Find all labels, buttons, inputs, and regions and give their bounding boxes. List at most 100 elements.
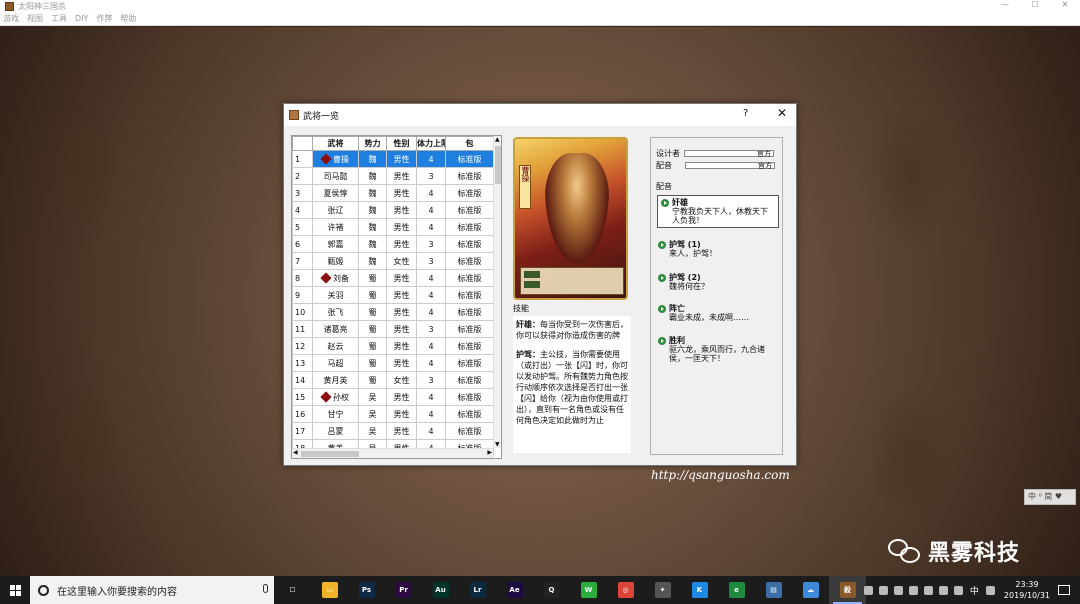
taskbar-app-icon[interactable]: Ps (348, 576, 385, 604)
gender-cell: 男性 (386, 405, 417, 423)
table-row[interactable]: 17 吕蒙吴男性 4 标准版 (292, 422, 494, 440)
table-row[interactable]: 11 诸葛亮蜀男性 3 标准版 (292, 320, 494, 338)
dialog-body: 武将 势力 性别 体力上限 包 1曹操魏男性4标准版2司马懿魏男性3标准版3夏侯… (284, 126, 796, 465)
taskbar-app-icon[interactable]: Q (533, 576, 570, 604)
taskbar-app-icon[interactable]: ▭ (311, 576, 348, 604)
dialog-close-button[interactable]: ✕ (777, 106, 787, 120)
taskbar-app-icon[interactable]: ☐ (274, 576, 311, 604)
play-icon[interactable] (658, 273, 666, 282)
start-button[interactable] (0, 576, 30, 604)
max-hp-cell: 4 (416, 150, 446, 168)
menu-help[interactable]: 帮助 (120, 13, 136, 24)
tray-volume-icon[interactable] (908, 585, 918, 595)
kingdom-cell: 魏 (358, 235, 387, 253)
scroll-left-icon[interactable]: ◀ (293, 449, 298, 456)
taskbar-app-icon[interactable]: Ae (496, 576, 533, 604)
taskbar-app-icon[interactable]: ▤ (755, 576, 792, 604)
play-icon[interactable] (658, 240, 666, 249)
table-row[interactable]: 6 郭嘉魏男性 3 标准版 (292, 235, 494, 253)
vertical-scrollbar[interactable]: ▲ ▼ (493, 136, 501, 448)
taskbar-app-icon[interactable]: W (570, 576, 607, 604)
taskbar-app-icon[interactable]: ☁ (792, 576, 829, 604)
column-header-package[interactable]: 包 (445, 136, 494, 151)
package-cell: 标准版 (445, 150, 494, 168)
taskbar-app-icon[interactable]: ◎ (607, 576, 644, 604)
notification-icon[interactable] (1058, 585, 1070, 595)
taskbar-app-icon[interactable]: K (681, 576, 718, 604)
general-name-cell: 张辽 (312, 201, 359, 219)
designer-row: 设计者 官方 (656, 148, 774, 159)
horizontal-scrollbar[interactable]: ◀ ▶ (292, 448, 493, 458)
scroll-down-icon[interactable]: ▼ (495, 441, 500, 448)
voice-item[interactable]: 阵亡 霸业未成，未成啊…… (658, 304, 780, 322)
taskbar-app-icon[interactable]: ✦ (644, 576, 681, 604)
package-cell: 标准版 (445, 303, 494, 321)
tray-app-icon[interactable] (923, 585, 933, 595)
table-row[interactable]: 15 孙权吴男性 4 标准版 (292, 388, 494, 406)
menu-tools[interactable]: 工具 (51, 13, 67, 24)
voice-item[interactable]: 护驾 (1) 来人，护驾！ (658, 240, 780, 258)
taskbar-app-icon[interactable]: Pr (385, 576, 422, 604)
app-icon-label: Ps (358, 582, 375, 598)
microphone-icon[interactable] (263, 584, 268, 593)
hscroll-thumb[interactable] (301, 451, 359, 457)
tray-wifi-icon[interactable] (893, 585, 903, 595)
voice-item[interactable]: 胜利 驱六龙，乘风而行，九合诸侯，一匡天下！ (658, 336, 780, 363)
table-row[interactable]: 10 张飞蜀男性 4 标准版 (292, 303, 494, 321)
help-button[interactable]: ? (743, 108, 748, 119)
column-header-general[interactable]: 武将 (312, 136, 359, 151)
general-table: 武将 势力 性别 体力上限 包 1曹操魏男性4标准版2司马懿魏男性3标准版3夏侯… (291, 135, 502, 459)
column-header-kingdom[interactable]: 势力 (358, 136, 387, 151)
tray-app-icon[interactable] (938, 585, 948, 595)
table-row[interactable]: 16 甘宁吴男性 4 标准版 (292, 405, 494, 423)
menu-game[interactable]: 游戏 (3, 13, 19, 24)
lord-icon (320, 272, 332, 284)
tray-network-icon[interactable] (878, 585, 888, 595)
table-row[interactable]: 3 夏侯惇魏男性 4 标准版 (292, 184, 494, 202)
table-row[interactable]: 5 许褚魏男性 4 标准版 (292, 218, 494, 236)
taskbar-search[interactable]: 在这里输入你要搜索的内容 (30, 576, 274, 604)
table-row[interactable]: 4 张辽魏男性 4 标准版 (292, 201, 494, 219)
table-row[interactable]: 12 赵云蜀男性 4 标准版 (292, 337, 494, 355)
tray-app-icon[interactable] (953, 585, 963, 595)
tray-chevron-icon[interactable] (863, 585, 873, 595)
play-icon[interactable] (658, 336, 666, 345)
voice-item[interactable]: 护驾 (2) 魏将何在？ (658, 273, 780, 291)
table-row[interactable]: 9 关羽蜀男性 4 标准版 (292, 286, 494, 304)
tray-ime-indicator[interactable]: 中 (970, 584, 979, 597)
scroll-right-icon[interactable]: ▶ (487, 449, 492, 456)
scroll-up-icon[interactable]: ▲ (495, 136, 500, 143)
play-icon[interactable] (661, 198, 669, 207)
table-header-row: 武将 势力 性别 体力上限 包 (292, 136, 494, 151)
skill-entry: 护驾：主公技，当你需要使用（或打出）一张【闪】时，你可以发动护驾。所有魏势力角色… (516, 350, 628, 425)
voice-item[interactable]: 奸雄 宁教我负天下人，休教天下人负我！ (657, 195, 779, 228)
maximize-button[interactable]: ☐ (1020, 0, 1050, 12)
package-cell: 标准版 (445, 337, 494, 355)
table-row[interactable]: 1 曹操魏男性 4 标准版 (292, 150, 494, 168)
column-header-gender[interactable]: 性别 (386, 136, 417, 151)
gender-cell: 女性 (386, 252, 417, 270)
table-row[interactable]: 13 马超蜀男性 4 标准版 (292, 354, 494, 372)
clock[interactable]: 23:39 2019/10/31 (1004, 579, 1050, 601)
table-row[interactable]: 7 甄姬魏女性 3 标准版 (292, 252, 494, 270)
taskbar-app-icon[interactable]: Lr (459, 576, 496, 604)
table-row[interactable]: 8 刘备蜀男性 4 标准版 (292, 269, 494, 287)
table-row[interactable]: 2 司马懿魏男性 3 标准版 (292, 167, 494, 185)
package-cell: 标准版 (445, 320, 494, 338)
max-hp-cell: 4 (416, 184, 446, 202)
menu-cheat[interactable]: 作弊 (96, 13, 112, 24)
column-header-max-hp[interactable]: 体力上限 (416, 136, 446, 151)
scroll-thumb[interactable] (495, 146, 501, 184)
tray-app-icon[interactable] (985, 585, 995, 595)
taskbar-app-icon[interactable]: e (718, 576, 755, 604)
taskbar-app-icon[interactable]: Au (422, 576, 459, 604)
menu-diy[interactable]: DIY (75, 14, 88, 23)
row-number: 2 (292, 167, 313, 185)
play-icon[interactable] (658, 304, 666, 313)
close-button[interactable]: ✕ (1050, 0, 1080, 12)
app-icon-label: ✦ (654, 582, 671, 598)
ime-toolbar[interactable]: 中 ⁰ 简 ♥ (1024, 489, 1076, 505)
minimize-button[interactable]: — (990, 0, 1020, 12)
table-row[interactable]: 14 黄月英蜀女性 3 标准版 (292, 371, 494, 389)
menu-view[interactable]: 视图 (27, 13, 43, 24)
